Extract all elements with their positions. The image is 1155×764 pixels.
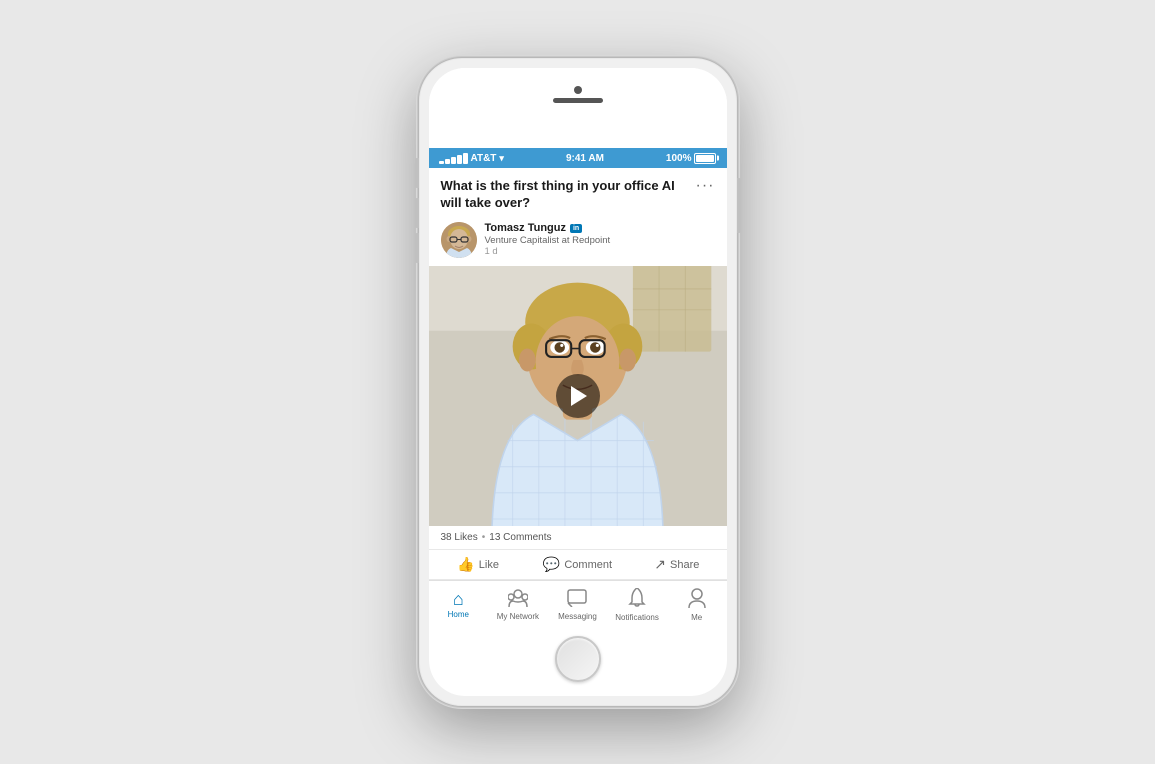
- nav-notifications-label: Notifications: [615, 613, 659, 622]
- action-bar: 👍 Like 💬 Comment ↗ Share: [429, 550, 727, 580]
- comment-button[interactable]: 💬 Comment: [528, 556, 627, 573]
- post-time: 1 d: [485, 246, 715, 257]
- nav-home-label: Home: [448, 610, 469, 619]
- speaker-grille: [553, 98, 603, 103]
- me-icon: [688, 588, 706, 611]
- status-right: 100%: [666, 153, 717, 164]
- wifi-icon: ▾: [499, 153, 504, 164]
- share-icon: ↗: [654, 556, 666, 573]
- signal-icon: [439, 153, 468, 164]
- nav-my-network[interactable]: My Network: [488, 581, 548, 628]
- like-button[interactable]: 👍 Like: [429, 556, 528, 573]
- play-icon: [571, 386, 587, 406]
- play-button[interactable]: [556, 374, 600, 418]
- nav-me[interactable]: Me: [667, 581, 727, 628]
- share-label: Share: [670, 559, 699, 571]
- like-label: Like: [479, 559, 499, 571]
- post-content: What is the first thing in your office A…: [429, 168, 727, 628]
- more-options-icon[interactable]: ···: [696, 178, 715, 194]
- messaging-icon: [567, 589, 587, 610]
- linkedin-badge: in: [570, 224, 582, 233]
- home-icon: ⌂: [453, 590, 464, 608]
- bottom-nav: ⌂ Home My Network: [429, 580, 727, 628]
- battery-icon: [694, 153, 716, 164]
- author-name[interactable]: Tomasz Tunguz: [485, 222, 566, 234]
- video-thumbnail[interactable]: [429, 266, 727, 526]
- nav-notifications[interactable]: Notifications: [607, 581, 667, 628]
- post-title-area: What is the first thing in your office A…: [429, 168, 727, 218]
- nav-me-label: Me: [691, 613, 702, 622]
- separator: •: [482, 532, 486, 543]
- author-name-row: Tomasz Tunguz in: [485, 222, 715, 234]
- camera-notch: [574, 86, 582, 94]
- likes-count[interactable]: 38 Likes: [441, 532, 478, 543]
- battery-fill: [696, 155, 714, 162]
- author-info: Tomasz Tunguz in Venture Capitalist at R…: [485, 222, 715, 257]
- notifications-icon: [628, 588, 646, 611]
- comment-icon: 💬: [543, 556, 560, 573]
- phone-device: AT&T ▾ 9:41 AM 100% What is the first th…: [418, 57, 738, 707]
- phone-top: [429, 68, 727, 148]
- share-button[interactable]: ↗ Share: [627, 556, 726, 573]
- comment-label: Comment: [564, 559, 612, 571]
- post-title: What is the first thing in your office A…: [441, 178, 696, 212]
- status-left: AT&T ▾: [439, 153, 504, 164]
- engagement-bar: 38 Likes • 13 Comments: [429, 526, 727, 550]
- nav-messaging[interactable]: Messaging: [548, 581, 608, 628]
- screen: AT&T ▾ 9:41 AM 100% What is the first th…: [429, 148, 727, 628]
- author-title: Venture Capitalist at Redpoint: [485, 235, 715, 246]
- battery-percent: 100%: [666, 153, 692, 164]
- nav-messaging-label: Messaging: [558, 612, 597, 621]
- nav-home[interactable]: ⌂ Home: [429, 581, 489, 628]
- author-row: Tomasz Tunguz in Venture Capitalist at R…: [429, 218, 727, 266]
- avatar[interactable]: [441, 222, 477, 258]
- engagement-text: 38 Likes • 13 Comments: [441, 532, 715, 543]
- comments-count[interactable]: 13 Comments: [489, 532, 551, 543]
- home-button[interactable]: [555, 636, 601, 682]
- my-network-icon: [508, 589, 528, 610]
- status-bar: AT&T ▾ 9:41 AM 100%: [429, 148, 727, 168]
- phone-inner: AT&T ▾ 9:41 AM 100% What is the first th…: [429, 68, 727, 696]
- nav-my-network-label: My Network: [497, 612, 539, 621]
- status-time: 9:41 AM: [566, 153, 604, 164]
- like-icon: 👍: [457, 556, 474, 573]
- carrier-label: AT&T: [471, 153, 497, 164]
